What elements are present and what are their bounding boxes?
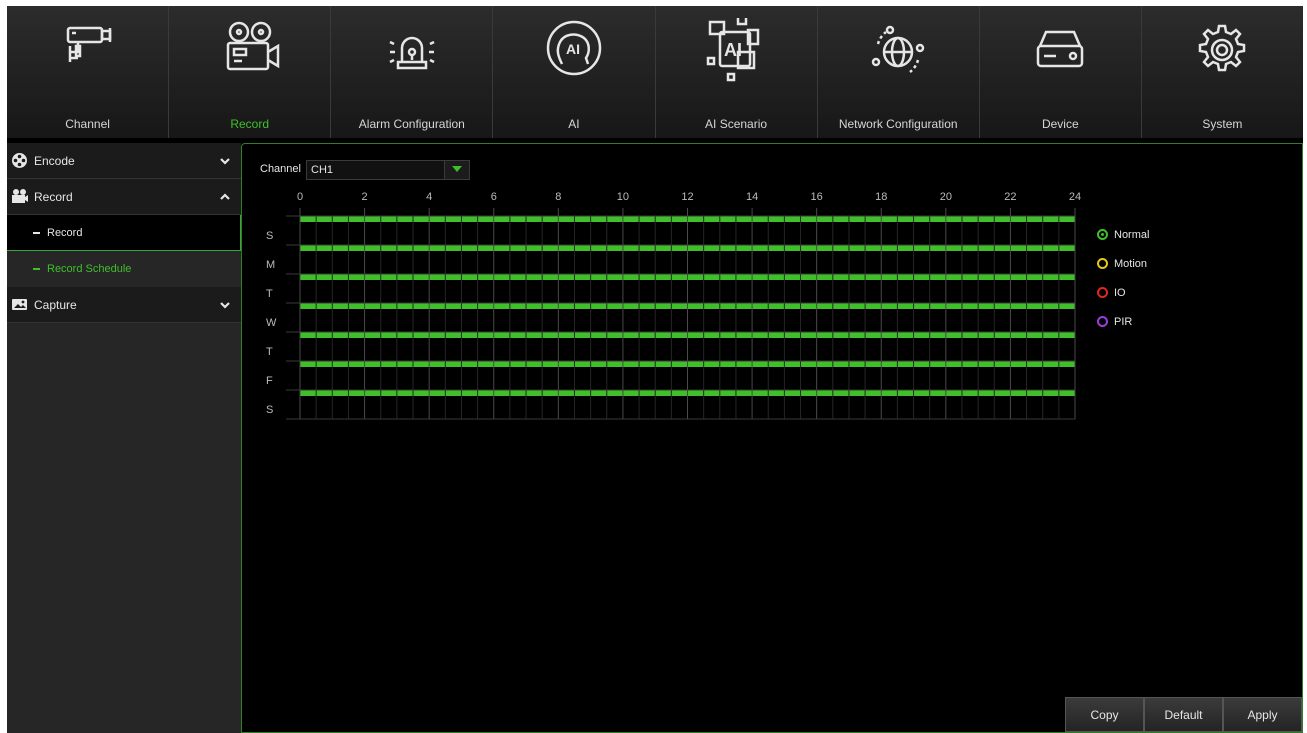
nav-device[interactable]: Device (980, 6, 1142, 138)
day-label: M (266, 259, 275, 271)
channel-label: Channel (260, 163, 301, 175)
channel-select[interactable]: CH1 (306, 160, 470, 180)
nav-label: Alarm Configuration (358, 117, 465, 131)
ai-head-icon: AI (542, 18, 606, 82)
video-camera-icon (218, 18, 282, 82)
hour-label: 22 (1004, 191, 1016, 203)
nav-label: Record (230, 117, 270, 131)
nav-record[interactable]: Record (169, 6, 332, 138)
globe-network-icon (866, 18, 930, 82)
sidebar-group-record[interactable]: Record (7, 179, 241, 215)
hour-label: 24 (1069, 191, 1081, 203)
sidebar-group-capture[interactable]: Capture (7, 287, 241, 323)
legend: Normal Motion IO PIR (1097, 220, 1149, 336)
nav-network-configuration[interactable]: Network Configuration (818, 6, 980, 138)
copy-button[interactable]: Copy (1065, 697, 1144, 732)
chevron-down-icon (219, 299, 231, 311)
hour-label: 10 (617, 191, 629, 203)
sidebar-group-label: Capture (34, 297, 77, 312)
nav-channel[interactable]: Channel (7, 6, 170, 138)
hour-label: 12 (681, 191, 693, 203)
sidebar-group-encode[interactable]: Encode (7, 143, 241, 179)
sidebar-group-label: Record (34, 189, 73, 204)
day-label: T (266, 288, 273, 300)
radio-icon[interactable] (1097, 258, 1108, 269)
legend-normal[interactable]: Normal (1097, 220, 1149, 249)
recorder-icon (11, 188, 28, 205)
nav-label: Channel (65, 117, 110, 131)
dash-icon (33, 231, 40, 234)
legend-label: PIR (1114, 315, 1133, 328)
alarm-light-icon (380, 18, 444, 82)
radio-icon[interactable] (1097, 287, 1108, 298)
nav-system[interactable]: System (1142, 6, 1303, 138)
nav-label: System (1202, 117, 1243, 131)
top-navigation: Channel Record Alarm Configuration AI AI… (7, 6, 1303, 138)
hour-label: 14 (746, 191, 758, 203)
hour-label: 18 (875, 191, 887, 203)
day-label: W (266, 317, 277, 329)
sidebar-item-record-schedule[interactable]: Record Schedule (7, 251, 241, 287)
day-label: S (266, 230, 273, 242)
hour-label: 2 (362, 191, 368, 203)
svg-text:AI: AI (566, 41, 580, 57)
film-reel-icon (11, 152, 28, 169)
dash-icon (33, 268, 40, 270)
radio-icon[interactable] (1097, 316, 1108, 327)
day-label: T (266, 346, 273, 358)
chevron-up-icon (219, 191, 231, 203)
sidebar-item-record[interactable]: Record (7, 215, 241, 251)
hard-drive-icon (1028, 18, 1092, 82)
radio-icon[interactable] (1097, 229, 1108, 240)
legend-motion[interactable]: Motion (1097, 249, 1149, 278)
nav-label: AI Scenario (705, 117, 768, 131)
hour-label: 8 (555, 191, 561, 203)
nav-ai[interactable]: AI AI (493, 6, 656, 138)
legend-label: Normal (1114, 228, 1150, 241)
hour-label: 6 (491, 191, 497, 203)
legend-io[interactable]: IO (1097, 278, 1149, 307)
sidebar-item-label: Record Schedule (47, 263, 132, 275)
picture-icon (11, 296, 28, 313)
sidebar: Encode Record Record Record Schedule Cap… (7, 143, 241, 733)
default-button[interactable]: Default (1144, 697, 1223, 732)
legend-pir[interactable]: PIR (1097, 307, 1149, 336)
legend-label: IO (1114, 286, 1126, 299)
day-label: F (266, 375, 273, 387)
sidebar-group-label: Encode (34, 153, 75, 168)
nav-ai-scenario[interactable]: AI AI Scenario (656, 6, 818, 138)
day-label: S (266, 404, 273, 416)
nav-alarm-configuration[interactable]: Alarm Configuration (331, 6, 494, 138)
hour-label: 0 (297, 191, 303, 203)
gear-icon (1190, 18, 1254, 82)
nav-label: Network Configuration (838, 117, 958, 131)
hour-label: 20 (940, 191, 952, 203)
nav-label: AI (568, 117, 580, 131)
chevron-down-icon (219, 155, 231, 167)
nav-label: Device (1041, 117, 1079, 131)
button-bar: Copy Default Apply (1065, 697, 1302, 732)
record-schedule-panel: 0 2 4 6 8 10 12 14 16 18 20 22 24 S M T W T F S Channel CH1… (241, 143, 1303, 733)
sidebar-item-label: Record (47, 226, 83, 239)
hour-label: 4 (426, 191, 432, 203)
legend-label: Motion (1114, 257, 1148, 270)
channel-value: CH1 (311, 164, 334, 176)
apply-button[interactable]: Apply (1223, 697, 1302, 732)
dropdown-arrow-icon[interactable] (444, 161, 469, 179)
hour-label: 16 (811, 191, 823, 203)
ai-scenario-icon: AI (704, 14, 768, 82)
svg-text:AI: AI (724, 40, 742, 60)
camera-icon (56, 18, 120, 82)
